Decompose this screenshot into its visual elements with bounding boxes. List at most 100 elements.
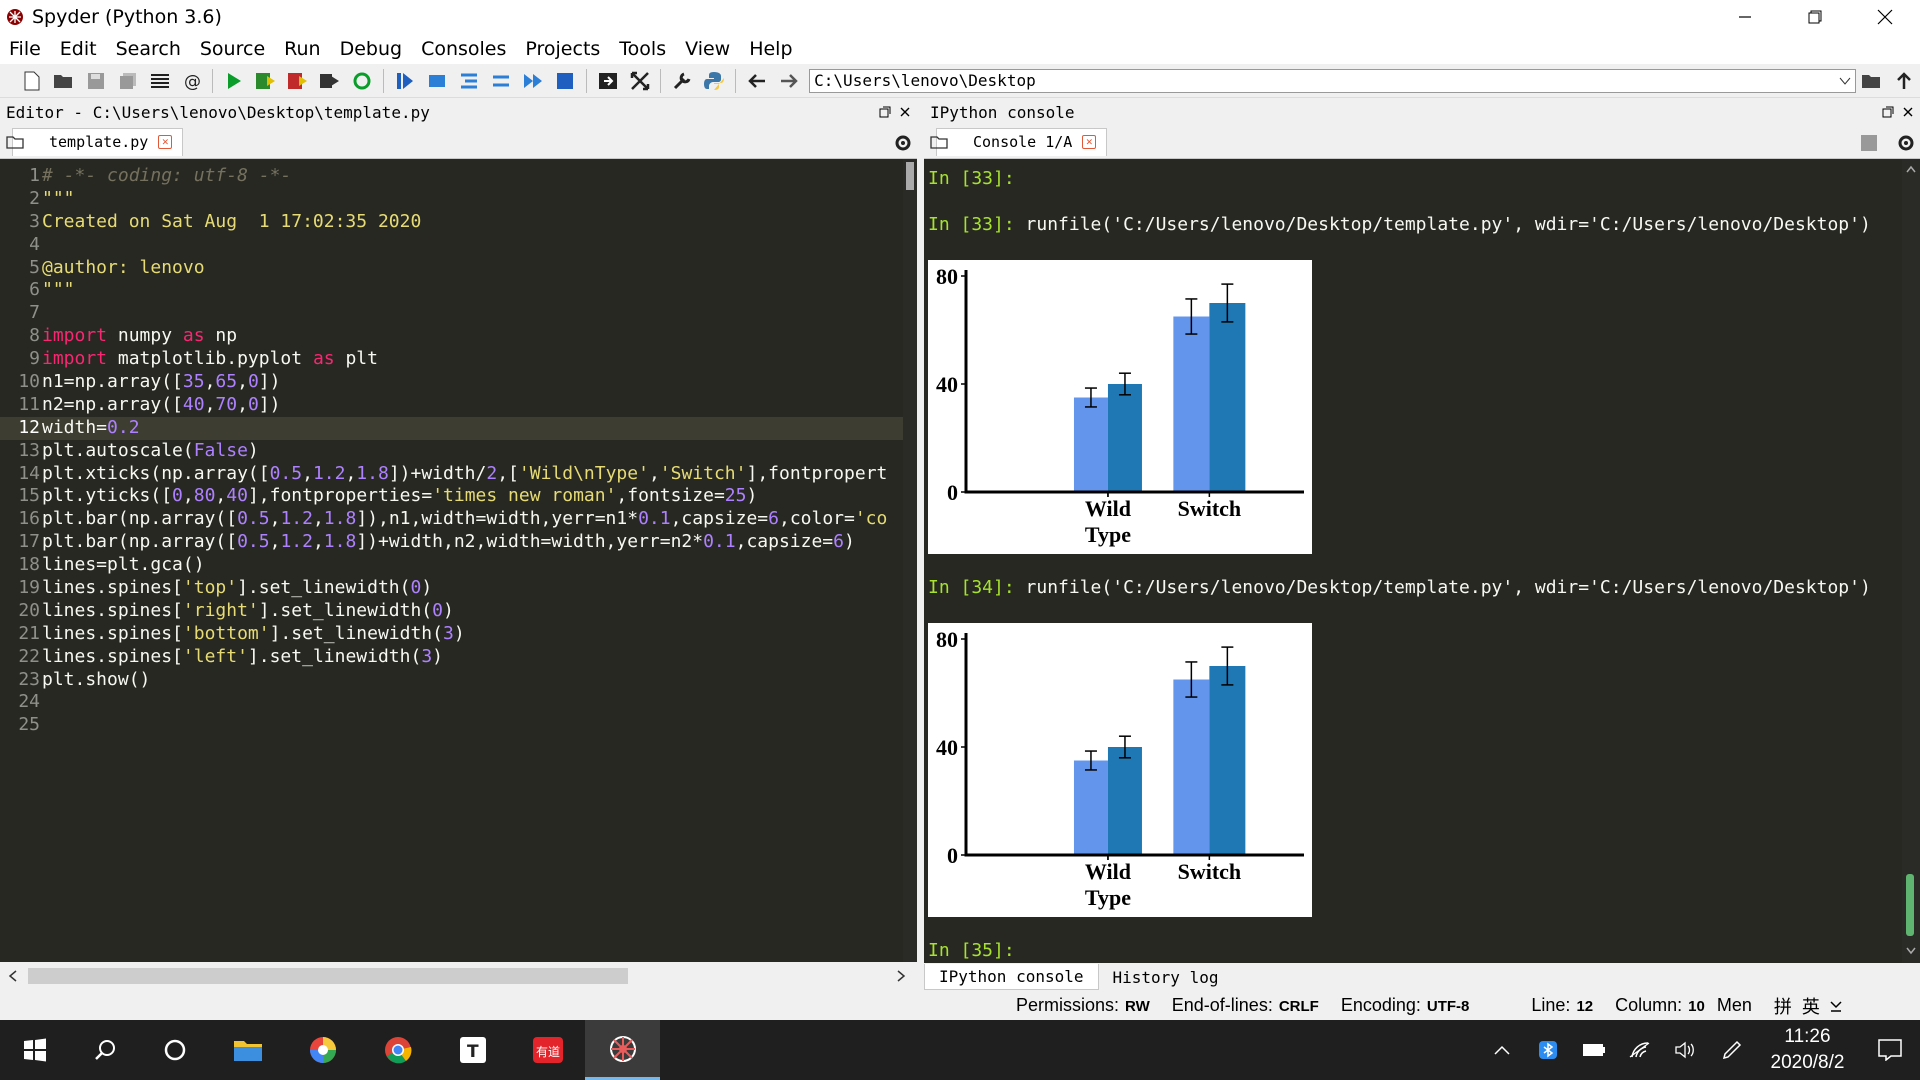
console-line-35: In [35]: — [928, 940, 1015, 961]
menu-consoles[interactable]: Consoles — [412, 38, 516, 60]
cortana-button[interactable] — [140, 1020, 210, 1080]
menu-view[interactable]: View — [676, 38, 740, 60]
interrupt-kernel-icon[interactable] — [1860, 134, 1878, 152]
title-bar: Spyder (Python 3.6) — [0, 0, 1920, 34]
tab-history-log[interactable]: History log — [1099, 964, 1233, 990]
cortana-circle-icon — [164, 1039, 186, 1061]
horizontal-scroll-thumb[interactable] — [28, 968, 628, 984]
y-tick-label: 0 — [947, 843, 958, 868]
undock-icon[interactable] — [879, 106, 891, 118]
menu-debug[interactable]: Debug — [331, 38, 412, 60]
editor-vertical-scrollbar[interactable] — [903, 159, 917, 962]
plot-output-2: 0 40 80 Wild Type Switch — [928, 623, 1312, 917]
ime-indicator-1[interactable]: 拼 — [1774, 993, 1792, 1019]
close-pane-icon[interactable] — [1902, 106, 1914, 118]
tab-ipython-console[interactable]: IPython console — [924, 964, 1099, 990]
list-icon — [150, 73, 169, 88]
back-button[interactable] — [744, 68, 770, 94]
close-pane-icon[interactable] — [899, 106, 911, 118]
taskbar-photos[interactable] — [285, 1020, 360, 1080]
forward-button[interactable] — [776, 68, 802, 94]
scroll-down-icon[interactable] — [1906, 947, 1916, 955]
system-clock[interactable]: 11:26 2020/8/2 — [1755, 1024, 1860, 1076]
taskbar-file-explorer[interactable] — [210, 1020, 285, 1080]
code-editor[interactable]: 1 # -*- coding: utf-8 -*- 2 """ 3 Created o… — [0, 159, 917, 962]
tray-app-icon[interactable] — [1525, 1020, 1571, 1080]
undock-icon[interactable] — [1882, 106, 1894, 118]
close-tab-icon[interactable]: ✕ — [1082, 135, 1097, 149]
run-cell-advance-button[interactable] — [285, 68, 311, 94]
battery-button[interactable] — [1571, 1020, 1617, 1080]
youdao-dictionary-icon: 有道 — [532, 1037, 563, 1063]
menu-tools[interactable]: Tools — [610, 38, 676, 60]
scroll-right-icon[interactable] — [896, 970, 906, 982]
chevron-down-icon[interactable] — [1839, 76, 1851, 86]
run-selection-button[interactable] — [317, 68, 343, 94]
continue-button[interactable] — [520, 68, 546, 94]
pen-workspace-button[interactable] — [1709, 1020, 1755, 1080]
bar — [1209, 303, 1246, 492]
save-button[interactable] — [83, 68, 109, 94]
close-tab-icon[interactable]: ✕ — [158, 135, 173, 149]
step-button[interactable] — [424, 68, 450, 94]
debug-button[interactable] — [392, 68, 418, 94]
browse-tabs-icon[interactable] — [930, 135, 948, 149]
action-center-button[interactable] — [1860, 1020, 1920, 1080]
step-into-button[interactable] — [456, 68, 482, 94]
menu-edit[interactable]: Edit — [51, 38, 107, 60]
minimize-button[interactable] — [1710, 0, 1780, 34]
menu-help[interactable]: Help — [740, 38, 802, 60]
start-button[interactable] — [0, 1020, 70, 1080]
menu-file[interactable]: File — [0, 38, 51, 60]
close-window-button[interactable] — [1850, 0, 1920, 34]
open-file-button[interactable] — [51, 68, 77, 94]
console-scrollbar[interactable] — [1902, 159, 1920, 963]
gear-icon[interactable] — [1896, 133, 1916, 153]
x-tick-label: Switch — [1178, 496, 1242, 521]
windows-logo-icon — [24, 1038, 46, 1062]
step-return-button[interactable] — [488, 68, 514, 94]
editor-horizontal-scrollbar[interactable] — [0, 962, 917, 990]
new-file-button[interactable] — [19, 68, 45, 94]
taskbar-youdao[interactable]: 有道 — [510, 1020, 585, 1080]
save-all-button[interactable] — [115, 68, 141, 94]
fullscreen-button[interactable] — [627, 68, 653, 94]
svg-text:有道: 有道 — [536, 1045, 560, 1059]
browse-tabs-icon[interactable] — [6, 135, 24, 149]
menu-run[interactable]: Run — [275, 38, 330, 60]
tab-console-1a[interactable]: Console 1/A ✕ — [936, 127, 1108, 156]
search-button[interactable] — [70, 1020, 140, 1080]
menu-projects[interactable]: Projects — [516, 38, 610, 60]
scroll-left-icon[interactable] — [8, 970, 18, 982]
scroll-up-icon[interactable] — [1906, 165, 1916, 173]
folder-open-icon — [53, 74, 72, 88]
wifi-button[interactable] — [1617, 1020, 1663, 1080]
console-scroll-thumb[interactable] — [1906, 874, 1914, 936]
show-hidden-icons-button[interactable] — [1479, 1020, 1525, 1080]
restore-button[interactable] — [1780, 0, 1850, 34]
taskbar-typora[interactable]: T — [435, 1020, 510, 1080]
menu-source[interactable]: Source — [191, 38, 275, 60]
rerun-button[interactable] — [349, 68, 375, 94]
browse-directory-button[interactable] — [1859, 68, 1885, 94]
tab-template-py[interactable]: template.py ✕ — [12, 127, 184, 156]
menu-search[interactable]: Search — [107, 38, 191, 60]
ime-menu-icon[interactable] — [1830, 998, 1842, 1014]
working-directory-field[interactable]: C:\Users\lenovo\Desktop — [809, 68, 1857, 93]
pythonpath-button[interactable] — [701, 68, 727, 94]
outline-button[interactable] — [147, 68, 173, 94]
stop-debug-button[interactable] — [552, 68, 578, 94]
parent-directory-button[interactable] — [1891, 68, 1917, 94]
taskbar-spyder[interactable] — [585, 1020, 660, 1080]
maximize-pane-button[interactable] — [595, 68, 621, 94]
run-file-button[interactable] — [221, 68, 247, 94]
preferences-button[interactable] — [669, 68, 695, 94]
run-cell-button[interactable] — [253, 68, 279, 94]
bar — [1173, 679, 1210, 855]
console-output[interactable]: In [33]: In [33]: runfile('C:/Users/leno… — [924, 159, 1920, 963]
email-button[interactable]: @ — [179, 68, 205, 94]
gear-icon[interactable] — [893, 133, 913, 153]
taskbar-chrome[interactable] — [360, 1020, 435, 1080]
ime-indicator-2[interactable]: 英 — [1802, 993, 1820, 1019]
volume-button[interactable] — [1663, 1020, 1709, 1080]
